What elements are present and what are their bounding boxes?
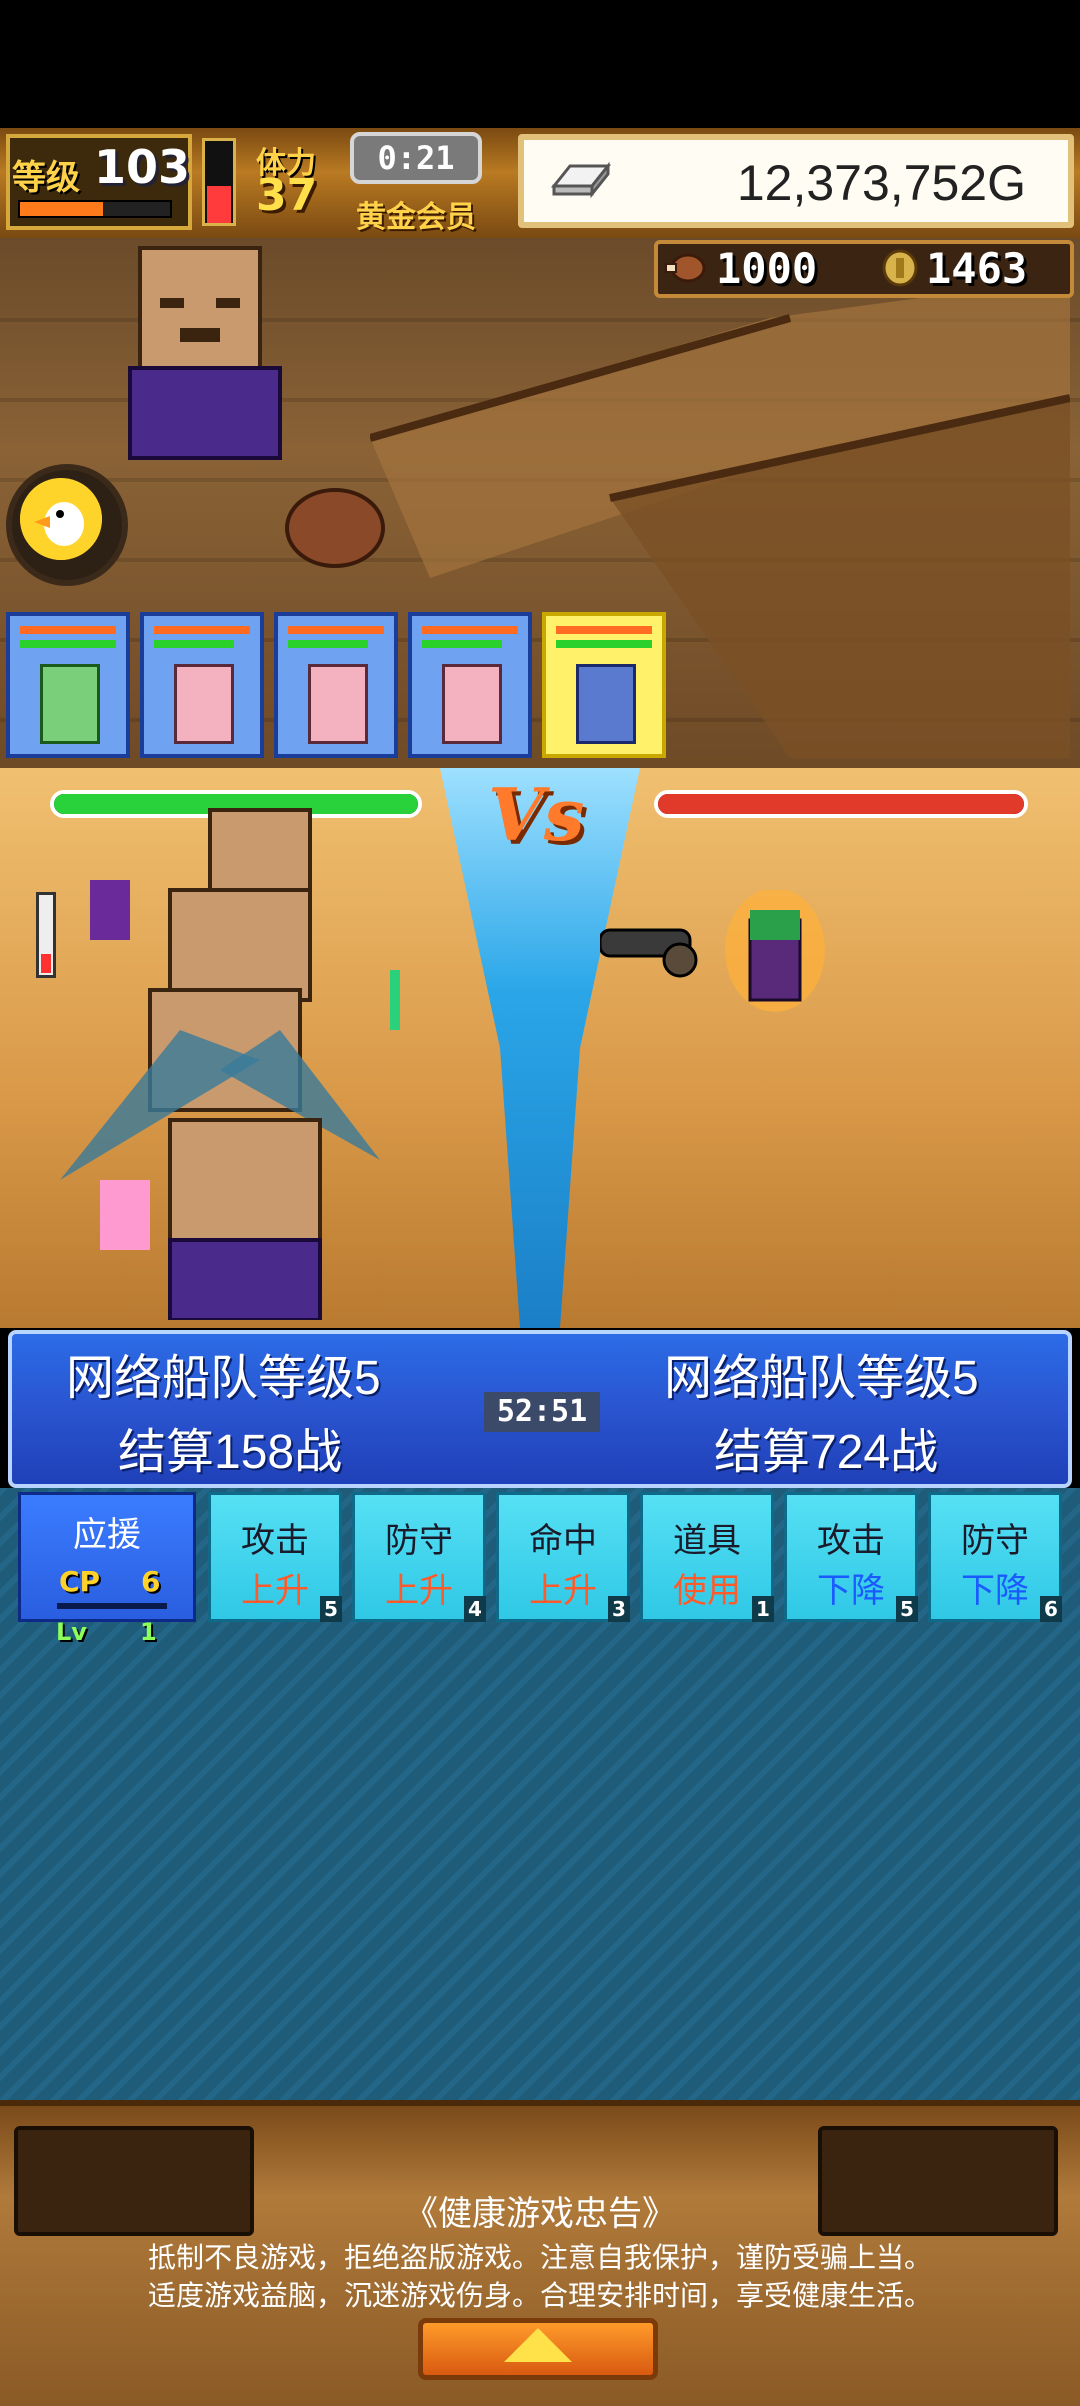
duck-icon	[20, 478, 102, 560]
support-level-label: Lv	[56, 1618, 87, 1646]
crew-portrait-2[interactable]	[140, 612, 264, 758]
gold-amount: 12,373,752G	[736, 155, 1026, 211]
portrait-sp-bar	[422, 640, 502, 648]
support-level-value: 1	[140, 1618, 157, 1646]
left-fleet-result: 结算158战	[118, 1426, 343, 1479]
player-crew-sprites	[60, 808, 400, 1320]
portrait-sp-bar	[288, 640, 368, 648]
action-label: 防守	[385, 1522, 453, 1560]
level-progress-fill	[20, 202, 103, 216]
level-label: 等级	[12, 158, 80, 198]
crew-sprite	[308, 664, 368, 744]
crew-portrait-3[interactable]	[274, 612, 398, 758]
defense-up-button[interactable]: 防守 上升 4	[352, 1492, 486, 1622]
left-charge-fill	[41, 954, 51, 973]
left-fleet-title: 网络船队等级5	[66, 1352, 381, 1405]
crew-sprite	[576, 664, 636, 744]
support-label: 应援	[73, 1516, 141, 1554]
crew-sprite	[442, 664, 502, 744]
health-advisory-line-1: 抵制不良游戏，拒绝盗版游戏。注意自我保护，谨防受骗上当。	[147, 2242, 932, 2273]
action-label: 道具	[673, 1522, 741, 1560]
health-advisory-title: 《健康游戏忠告》	[404, 2195, 676, 2233]
action-count: 1	[752, 1596, 774, 1622]
right-fleet-title: 网络船队等级5	[664, 1352, 979, 1405]
defense-down-button[interactable]: 防守 下降 6	[928, 1492, 1062, 1622]
coin-count: 1463	[926, 244, 1028, 293]
portrait-hp-bar	[20, 626, 116, 634]
right-fleet-result: 结算724战	[714, 1426, 939, 1479]
gold-bar-icon	[550, 161, 612, 199]
use-item-button[interactable]: 道具 使用 1	[640, 1492, 774, 1622]
portrait-sp-bar	[556, 640, 652, 648]
cp-bar	[57, 1603, 167, 1609]
health-advisory-line-2: 适度游戏益脑，沉迷游戏伤身。合理安排时间，享受健康生活。	[147, 2280, 932, 2311]
crew-portrait-5[interactable]	[542, 612, 666, 758]
portrait-hp-bar	[288, 626, 384, 634]
stamina-value: 37	[256, 170, 318, 221]
crew-sprite	[40, 664, 100, 744]
level-progress-bar	[18, 200, 172, 218]
action-count: 4	[464, 1596, 486, 1622]
versus-label: Vs	[488, 772, 585, 857]
action-count: 6	[1040, 1596, 1062, 1622]
portrait-hp-bar	[556, 626, 652, 634]
crew-portrait-1[interactable]	[6, 612, 130, 758]
attack-up-button[interactable]: 攻击 上升 5	[208, 1492, 342, 1622]
coin-icon	[882, 249, 918, 287]
enemy-cannon	[600, 928, 698, 978]
meat-item-sprite	[285, 488, 385, 568]
cp-value: 6	[141, 1565, 161, 1598]
crew-portrait-4[interactable]	[408, 612, 532, 758]
enemy-character	[725, 890, 825, 1012]
box-head-character	[128, 246, 282, 460]
crew-sprite	[174, 664, 234, 744]
status-bar-area	[0, 0, 1080, 128]
portrait-sp-bar	[154, 640, 234, 648]
attack-down-button[interactable]: 攻击 下降 5	[784, 1492, 918, 1622]
portrait-sp-bar	[20, 640, 116, 648]
portrait-hp-bar	[154, 626, 250, 634]
left-charge-gauge	[36, 892, 56, 978]
right-hp-fill	[658, 794, 1024, 814]
portrait-hp-bar	[422, 626, 518, 634]
right-hp-bar	[654, 790, 1028, 818]
action-label: 攻击	[241, 1522, 309, 1560]
action-label: 命中	[529, 1522, 597, 1560]
action-count: 5	[320, 1596, 342, 1622]
action-count: 5	[896, 1596, 918, 1622]
up-arrow-icon	[504, 2328, 572, 2362]
stamina-gauge-fill	[207, 186, 231, 223]
action-count: 3	[608, 1596, 630, 1622]
meat-icon	[665, 253, 706, 283]
vip-badge[interactable]: 黄金会员	[356, 192, 476, 236]
cp-label: CP	[59, 1565, 101, 1598]
stamina-timer: 0:21	[350, 132, 482, 184]
battle-timer: 52:51	[484, 1392, 600, 1432]
action-label: 防守	[961, 1522, 1029, 1560]
accuracy-up-button[interactable]: 命中 上升 3	[496, 1492, 630, 1622]
action-label: 攻击	[817, 1522, 885, 1560]
support-button[interactable]: 应援 CP 6	[18, 1492, 196, 1622]
level-value: 103	[94, 140, 191, 194]
meat-count: 1000	[716, 244, 818, 293]
